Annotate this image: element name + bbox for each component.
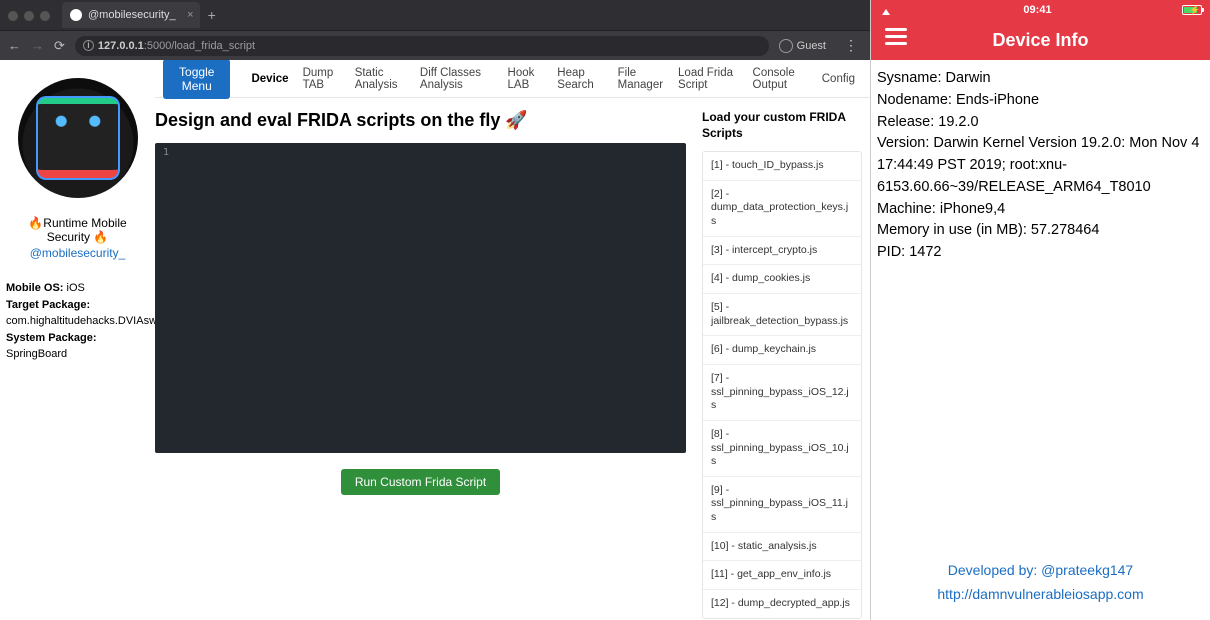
toggle-menu-button[interactable]: Toggle Menu [163,60,230,99]
info-line: Machine: iPhone9,4 [877,199,1204,221]
page-title: Design and eval FRIDA scripts on the fly… [155,110,686,131]
browser-menu-icon[interactable]: ⋮ [840,37,862,54]
device-screen: 09:41 ⚡ Device Info Sysname: Darwin Node… [870,0,1210,620]
status-bar: 09:41 ⚡ [871,0,1210,20]
script-item[interactable]: [7] - ssl_pinning_bypass_iOS_12.js [703,365,861,421]
script-item[interactable]: [6] - dump_keychain.js [703,336,861,365]
address-bar[interactable]: i 127.0.0.1 :5000/load_frida_script [75,36,769,56]
tab-dump-tab[interactable]: Dump TAB [296,67,348,91]
browser-chrome: @mobilesecurity_ × + ← → ⟳ i 127.0.0.1 :… [0,0,870,60]
target-value: com.highaltitudehacks.DVIAswiftv2 [6,313,149,330]
device-info-text: Sysname: Darwin Nodename: Ends-iPhone Re… [871,60,1210,562]
browser-window: @mobilesecurity_ × + ← → ⟳ i 127.0.0.1 :… [0,0,870,620]
menu-icon[interactable] [885,28,907,45]
guest-icon [779,39,793,53]
close-window-icon[interactable] [8,11,18,21]
run-script-button[interactable]: Run Custom Frida Script [341,469,500,495]
tab-console-output[interactable]: Console Output [746,67,815,91]
status-time: 09:41 [1023,4,1051,16]
system-value: SpringBoard [6,346,149,363]
forward-icon[interactable]: → [31,38,44,53]
script-item[interactable]: [1] - touch_ID_bypass.js [703,152,861,181]
script-item[interactable]: [12] - dump_decrypted_app.js [703,590,861,618]
wifi-icon [879,5,893,15]
profile-chip[interactable]: Guest [779,39,826,53]
device-footer: Developed by: @prateekg147 http://damnvu… [871,562,1210,620]
os-value: iOS [67,282,85,294]
maximize-window-icon[interactable] [40,11,50,21]
script-item[interactable]: [3] - intercept_crypto.js [703,237,861,266]
info-line: Release: 19.2.0 [877,112,1204,134]
url-path: :5000/load_frida_script [144,40,255,52]
target-label: Target Package: [6,299,90,311]
close-tab-icon[interactable]: × [187,9,193,21]
browser-tab[interactable]: @mobilesecurity_ × [62,2,200,28]
script-item[interactable]: [4] - dump_cookies.js [703,265,861,294]
script-item[interactable]: [8] - ssl_pinning_bypass_iOS_10.js [703,421,861,477]
info-line: PID: 1472 [877,242,1204,264]
info-line: Nodename: Ends-iPhone [877,90,1204,112]
script-item[interactable]: [10] - static_analysis.js [703,533,861,562]
new-tab-button[interactable]: + [208,7,216,23]
tab-file-manager[interactable]: File Manager [611,67,671,91]
window-controls[interactable] [8,9,50,21]
reload-icon[interactable]: ⟳ [54,38,65,54]
device-header: Device Info [871,20,1210,60]
editor-line-number: 1 [163,147,169,158]
os-label: Mobile OS: [6,282,63,294]
script-item[interactable]: [11] - get_app_env_info.js [703,561,861,590]
code-editor[interactable]: 1 [155,143,686,453]
info-line: Sysname: Darwin [877,68,1204,90]
guest-label: Guest [797,40,826,52]
developer-link[interactable]: Developed by: @prateekg147 [871,562,1210,578]
tab-diff-classes[interactable]: Diff Classes Analysis [413,67,501,91]
app-logo [18,78,138,198]
minimize-window-icon[interactable] [24,11,34,21]
app-sidebar: 🔥Runtime Mobile Security 🔥 @mobilesecuri… [0,60,155,620]
top-nav: Toggle Menu Device Dump TAB Static Analy… [155,60,870,98]
tab-title: @mobilesecurity_ [88,9,176,21]
tab-device[interactable]: Device [244,73,295,85]
site-info-icon[interactable]: i [83,40,94,51]
script-item[interactable]: [9] - ssl_pinning_bypass_iOS_11.js [703,477,861,533]
script-item[interactable]: [5] - jailbreak_detection_bypass.js [703,294,861,336]
tab-config[interactable]: Config [815,73,862,85]
info-line: Memory in use (in MB): 57.278464 [877,220,1204,242]
site-link[interactable]: http://damnvulnerableiosapp.com [871,586,1210,602]
tab-heap-search[interactable]: Heap Search [550,67,610,91]
device-title: Device Info [992,30,1088,51]
script-item[interactable]: [2] - dump_data_protection_keys.js [703,181,861,237]
app-title: 🔥Runtime Mobile Security 🔥 [6,216,149,244]
scripts-heading: Load your custom FRIDA Scripts [702,110,862,141]
battery-icon: ⚡ [1182,5,1202,15]
tab-load-frida-script[interactable]: Load Frida Script [671,67,746,91]
back-icon[interactable]: ← [8,38,21,53]
script-list: [1] - touch_ID_bypass.js [2] - dump_data… [702,151,862,618]
info-line: Version: Darwin Kernel Version 19.2.0: M… [877,133,1204,198]
tab-static-analysis[interactable]: Static Analysis [348,67,413,91]
tab-favicon [70,9,82,21]
tab-hook-lab[interactable]: Hook LAB [501,67,551,91]
url-host: 127.0.0.1 [98,40,144,52]
app-handle-link[interactable]: @mobilesecurity_ [6,246,149,260]
system-label: System Package: [6,332,97,344]
